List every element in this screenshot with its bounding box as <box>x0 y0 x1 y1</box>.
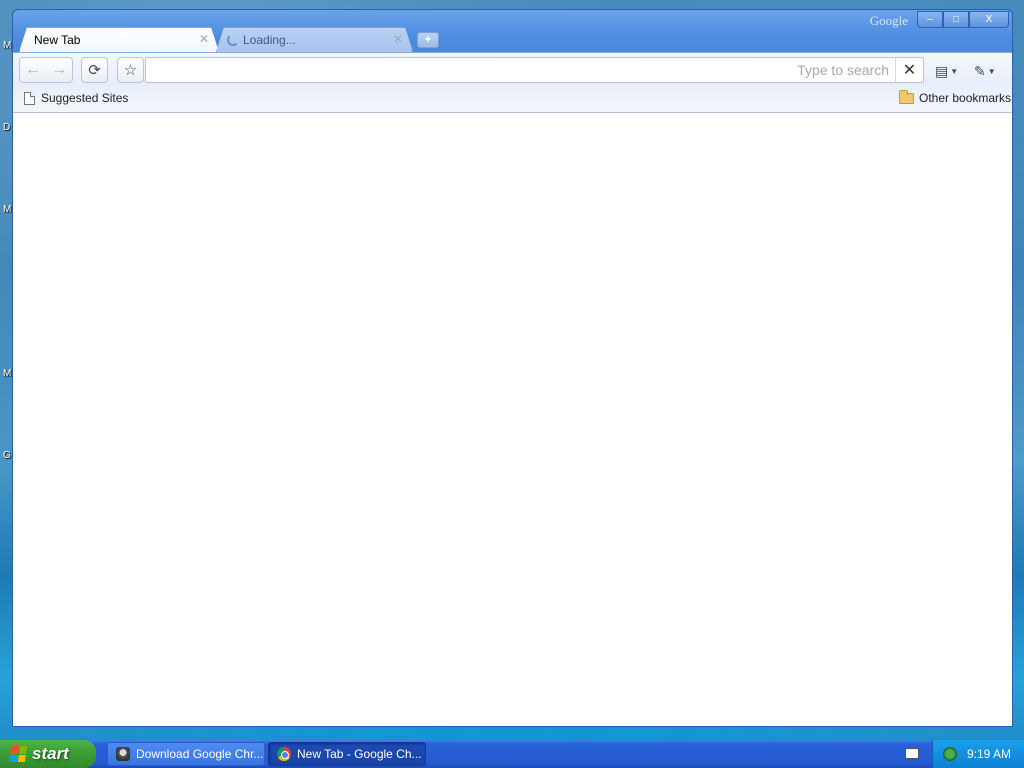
network-icon[interactable] <box>943 747 957 761</box>
windows-logo-icon <box>8 746 28 762</box>
system-tray: 9:19 AM <box>932 740 1024 768</box>
plus-icon: + <box>424 32 432 46</box>
new-tab-button[interactable]: + <box>417 32 439 48</box>
desktop-icon-label[interactable]: M <box>3 368 11 379</box>
close-window-button[interactable]: X <box>969 11 1009 28</box>
other-bookmarks-button[interactable]: Other bookmarks <box>899 89 1012 105</box>
start-button[interactable]: start <box>0 740 96 768</box>
chrome-icon <box>277 747 291 761</box>
start-label: start <box>32 744 69 763</box>
minimize-button[interactable]: – <box>917 11 943 28</box>
clock[interactable]: 9:19 AM <box>967 747 1011 761</box>
page-icon <box>24 91 35 105</box>
taskbar-item-label: New Tab - Google Ch... <box>297 747 422 761</box>
reload-button[interactable]: ⟳ <box>81 57 108 83</box>
desktop-icon-label[interactable]: M <box>3 204 11 215</box>
tab-close-icon[interactable]: ✕ <box>198 33 210 45</box>
maximize-button[interactable]: □ <box>943 11 969 28</box>
tab-title: New Tab <box>34 33 81 47</box>
page-content[interactable] <box>13 113 1012 726</box>
wrench-menu-button[interactable]: ✎ ▼ <box>974 61 996 81</box>
maximize-icon: □ <box>952 14 960 25</box>
navigation-buttons: ← → <box>19 57 73 83</box>
arrow-right-icon: → <box>51 61 67 78</box>
app-icon <box>116 747 130 761</box>
folder-icon <box>899 89 914 104</box>
title-bar[interactable]: Google – □ X New Tab ✕ Loading... ✕ + <box>13 10 1012 52</box>
loading-spinner-icon <box>227 34 239 46</box>
close-icon: ✕ <box>902 62 917 79</box>
taskbar-item-new-tab-chrome[interactable]: New Tab - Google Ch... <box>268 742 426 766</box>
minimize-icon: – <box>927 14 933 25</box>
page-menu-button[interactable]: ▤ ▼ <box>935 61 958 81</box>
close-icon: X <box>985 14 993 25</box>
tab-close-icon[interactable]: ✕ <box>392 33 404 45</box>
browser-toolbar: ← → ⟳ ☆ ✕ ▤ ▼ ✎ ▼ <box>13 52 1012 86</box>
desktop-icon-label[interactable]: D <box>3 122 10 133</box>
taskbar: start Download Google Chr... New Tab - G… <box>0 740 1024 768</box>
omnibox: ✕ <box>145 57 924 83</box>
omnibox-input[interactable] <box>146 58 923 82</box>
back-button[interactable]: ← <box>20 58 46 82</box>
taskbar-item-label: Download Google Chr... <box>136 747 264 761</box>
desktop-icon-label[interactable]: M <box>3 40 11 51</box>
bookmark-star-button[interactable]: ☆ <box>117 57 144 83</box>
keyboard-icon[interactable] <box>905 748 919 759</box>
reload-icon: ⟳ <box>88 62 101 79</box>
taskbar-item-download-chrome[interactable]: Download Google Chr... <box>107 742 265 766</box>
tab-new-tab[interactable]: New Tab ✕ <box>19 27 219 52</box>
omnibox-clear-button[interactable]: ✕ <box>895 58 923 82</box>
tab-loading[interactable]: Loading... ✕ <box>216 27 413 52</box>
chevron-down-icon: ▼ <box>950 66 959 76</box>
bookmark-suggested-sites[interactable]: Suggested Sites <box>24 91 128 105</box>
arrow-left-icon: ← <box>25 61 41 78</box>
desktop-icon-label[interactable]: G <box>3 450 11 461</box>
bookmark-label: Suggested Sites <box>41 91 129 105</box>
page-icon: ▤ <box>935 62 949 79</box>
google-brand-label: Google <box>869 13 908 28</box>
browser-window: Google – □ X New Tab ✕ Loading... ✕ + ← <box>12 9 1013 727</box>
chevron-down-icon: ▼ <box>987 66 996 76</box>
bookmarks-bar: Suggested Sites Other bookmarks <box>13 86 1012 113</box>
star-icon: ☆ <box>123 62 138 79</box>
forward-button[interactable]: → <box>46 58 72 82</box>
bookmark-label: Other bookmarks <box>919 91 1012 105</box>
wrench-icon: ✎ <box>974 62 986 79</box>
tab-title: Loading... <box>243 33 296 47</box>
